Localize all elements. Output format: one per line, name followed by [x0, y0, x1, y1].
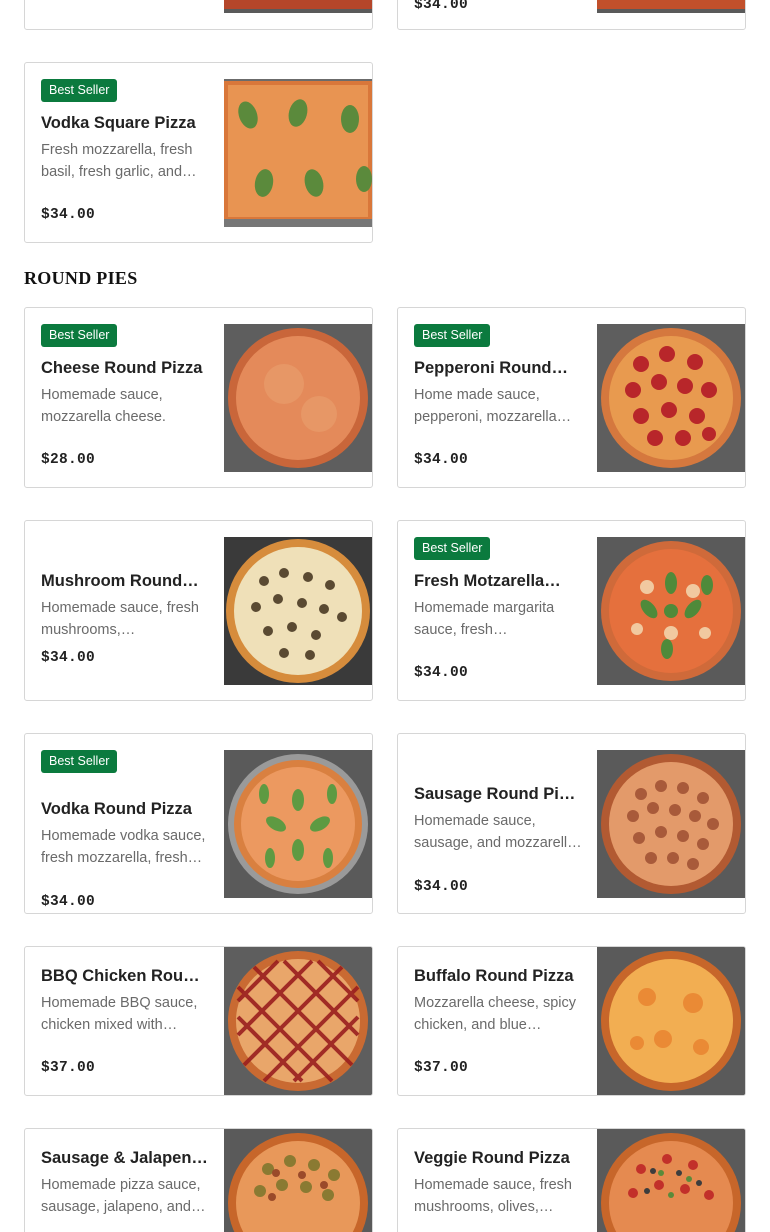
item-description: Mozzarella cheese, spicy chicken, and bl…: [414, 995, 576, 1033]
item-description: Homemade sauce, mozzarella cheese.: [41, 387, 166, 425]
item-price: $34.00: [414, 879, 469, 895]
menu-item-card[interactable]: Buffalo Round Pizza Mozzarella cheese, s…: [397, 946, 746, 1096]
menu-item-card[interactable]: Best Seller Cheese Round Pizza Homemade …: [24, 307, 373, 488]
menu-item-card[interactable]: Sausage Round Pizza Homemade sauce, saus…: [397, 733, 746, 914]
item-description: Homemade pizza sauce, sausage, jalapeno,…: [41, 1177, 206, 1215]
best-seller-badge: Best Seller: [41, 750, 118, 773]
item-name: Sausage Round Pizza: [414, 785, 582, 803]
item-name: BBQ Chicken Round…: [41, 967, 209, 985]
pizza-photo: [224, 0, 372, 13]
item-description: Homemade BBQ sauce, chicken mixed with B…: [41, 995, 198, 1033]
pizza-photo: [597, 947, 745, 1095]
item-price: $34.00: [41, 207, 96, 223]
pizza-photo: [224, 324, 372, 472]
item-name: Veggie Round Pizza: [414, 1149, 570, 1167]
pizza-photo: [597, 750, 745, 898]
item-name: Buffalo Round Pizza: [414, 967, 574, 985]
pizza-photo: [224, 947, 372, 1095]
item-name: Fresh Motzarella…: [414, 572, 561, 590]
pizza-photo: [224, 537, 372, 685]
menu-item-card[interactable]: Best Seller Fresh Motzarella… Homemade m…: [397, 520, 746, 701]
item-description: Homemade vodka sauce, fresh mozzarella, …: [41, 828, 206, 866]
pizza-photo: [224, 1129, 372, 1232]
item-description: Homemade sauce, fresh mushrooms, mozzare…: [41, 600, 199, 638]
best-seller-badge: Best Seller: [414, 324, 491, 347]
item-price: $37.00: [414, 1060, 469, 1076]
menu-item-card[interactable]: Sausage & Jalapeno… Homemade pizza sauce…: [24, 1128, 373, 1232]
item-name: Vodka Square Pizza: [41, 114, 196, 132]
item-price: $37.00: [41, 1060, 96, 1076]
menu-item-card[interactable]: Veggie Round Pizza Homemade sauce, fresh…: [397, 1128, 746, 1232]
item-name: Mushroom Round…: [41, 572, 199, 590]
item-description: Home made sauce, pepperoni, mozzarella…: [414, 387, 572, 425]
item-name: Sausage & Jalapeno…: [41, 1149, 209, 1167]
pizza-photo: [224, 750, 372, 898]
best-seller-badge: Best Seller: [41, 79, 118, 102]
item-price: $28.00: [41, 452, 96, 468]
menu-item-card[interactable]: Best Seller Pepperoni Round… Home made s…: [397, 307, 746, 488]
item-price: $34.00: [414, 665, 469, 681]
item-description: Homemade margarita sauce, fresh mozzarel…: [414, 600, 555, 638]
item-price: $34.00: [41, 650, 96, 666]
pizza-photo: [597, 537, 745, 685]
item-price: $34.00: [414, 452, 469, 468]
item-name: Cheese Round Pizza: [41, 359, 203, 377]
pizza-photo: [597, 1129, 745, 1232]
item-description: Homemade sauce, fresh mushrooms, olives,…: [414, 1177, 572, 1215]
menu-item-card[interactable]: BBQ Chicken Round… Homemade BBQ sauce, c…: [24, 946, 373, 1096]
pizza-photo: [224, 79, 372, 227]
item-price: $34.00: [41, 894, 96, 910]
menu-item-card-partial-left[interactable]: [24, 0, 373, 30]
pizza-photo: [597, 0, 745, 13]
best-seller-badge: Best Seller: [41, 324, 118, 347]
best-seller-badge: Best Seller: [414, 537, 491, 560]
menu-item-card[interactable]: Best Seller Vodka Round Pizza Homemade v…: [24, 733, 373, 914]
section-title-round-pies: ROUND PIES: [24, 268, 138, 288]
menu-item-card-partial-right[interactable]: $34.00: [397, 0, 746, 30]
item-name: Pepperoni Round…: [414, 359, 568, 377]
item-price: $34.00: [414, 0, 469, 13]
pizza-photo: [597, 324, 745, 472]
item-name: Vodka Round Pizza: [41, 800, 192, 818]
menu-item-card[interactable]: Mushroom Round… Homemade sauce, fresh mu…: [24, 520, 373, 701]
item-description: Fresh mozzarella, fresh basil, fresh gar…: [41, 142, 197, 180]
item-description: Homemade sauce, sausage, and mozzarell…: [414, 813, 582, 851]
menu-item-card[interactable]: Best Seller Vodka Square Pizza Fresh moz…: [24, 62, 373, 243]
